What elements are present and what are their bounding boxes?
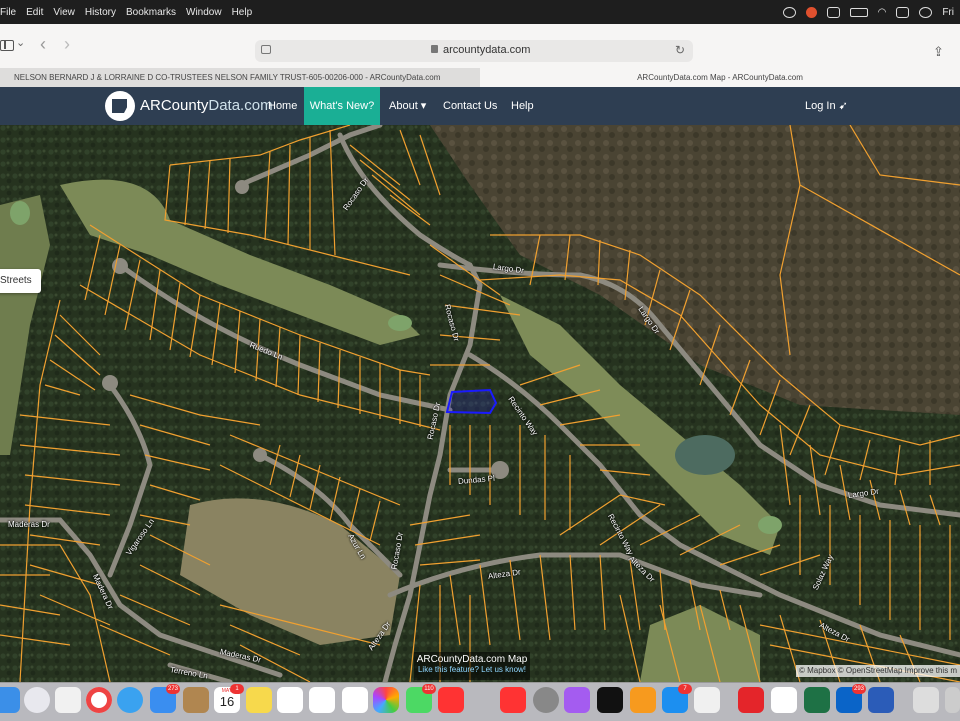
safari-icon[interactable]	[117, 687, 143, 713]
word-icon[interactable]	[868, 687, 894, 713]
nav-home[interactable]: Home	[268, 87, 297, 125]
tab-map[interactable]: ARCountyData.com Map - ARCountyData.com	[480, 68, 960, 87]
wifi-icon[interactable]: ◠	[878, 7, 887, 18]
lock-icon	[431, 45, 438, 53]
mac-dock: 273 MAY 16 1 110 7 293	[0, 682, 960, 721]
menu-view[interactable]: View	[53, 7, 75, 18]
map-caption-box: ARCountyData.com Map Like this feature? …	[414, 652, 530, 680]
tab-parcel-record[interactable]: NELSON BERNARD J & LORRAINE D CO-TRUSTEE…	[0, 68, 480, 87]
mail-badge: 273	[165, 684, 180, 694]
menu-help[interactable]: Help	[232, 7, 253, 18]
putting-green	[388, 315, 412, 331]
control-center-icon[interactable]	[896, 6, 910, 18]
nav-help[interactable]: Help	[511, 87, 534, 125]
nav-login[interactable]: Log In ➹	[805, 87, 848, 125]
mac-menu-bar: File Edit View History Bookmarks Window …	[0, 0, 960, 24]
news-icon[interactable]	[438, 687, 464, 713]
apps-icon[interactable]	[55, 687, 81, 713]
stickies-icon[interactable]	[246, 687, 272, 713]
map-attribution[interactable]: © Mapbox © OpenStreetMap Improve this m	[796, 665, 960, 677]
site-navbar: ARCountyData.com Home What's New? About …	[0, 87, 960, 125]
calendar-day: 16	[219, 694, 235, 709]
appstore-icon[interactable]: 7	[662, 684, 692, 713]
map-caption-title: ARCountyData.com Map	[416, 654, 528, 665]
reload-icon[interactable]: ↻	[675, 43, 685, 57]
back-arrow-icon[interactable]: ‹	[40, 34, 46, 55]
preview-icon[interactable]	[913, 687, 939, 713]
arkansas-state-icon	[112, 99, 127, 113]
putting-green-east	[758, 516, 782, 534]
nav-contact[interactable]: Contact Us	[443, 87, 497, 125]
cul-de-sac	[102, 375, 118, 391]
books-icon[interactable]	[630, 687, 656, 713]
finder-icon[interactable]	[0, 687, 20, 713]
nav-about[interactable]: About ▾	[389, 87, 426, 125]
messages-badge: 110	[422, 684, 436, 694]
freeform-icon[interactable]	[277, 687, 303, 713]
phone-icon[interactable]	[694, 687, 720, 713]
calendar-badge: 1	[230, 684, 244, 694]
share-icon[interactable]: ⇪	[933, 44, 944, 60]
notes-icon[interactable]	[183, 687, 209, 713]
feedback-link[interactable]: Like this feature? Let us know!	[414, 665, 530, 674]
road-label-maderas-west: Maderas Dr	[8, 520, 50, 529]
cul-de-sac	[253, 448, 267, 462]
menu-window[interactable]: Window	[186, 7, 222, 18]
menu-clock[interactable]: Fri	[942, 7, 954, 18]
menu-history[interactable]: History	[85, 7, 116, 18]
parcel-map[interactable]: Streets Rocaso Dr Largo Dr Largo Dr Roca…	[0, 125, 960, 682]
logo-text-part1: ARCounty	[140, 97, 209, 114]
nav-whats-new[interactable]: What's New?	[304, 87, 380, 125]
downloads-icon[interactable]	[945, 687, 960, 713]
chrome-icon[interactable]	[86, 687, 112, 713]
outlook-badge: 293	[851, 684, 866, 694]
menu-bookmarks[interactable]: Bookmarks	[126, 7, 176, 18]
site-logo-text[interactable]: ARCountyData.com	[140, 97, 273, 114]
page-settings-icon[interactable]	[261, 45, 271, 54]
launchpad-icon[interactable]	[24, 687, 50, 713]
menu-edit[interactable]: Edit	[26, 7, 43, 18]
browser-toolbar: ⌄ ‹ › arcountydata.com ↻	[0, 24, 960, 69]
reminders-icon[interactable]	[309, 687, 335, 713]
address-bar[interactable]: arcountydata.com ↻	[255, 40, 693, 62]
pond	[675, 435, 735, 475]
excel-icon[interactable]	[804, 687, 830, 713]
appstore-badge: 7	[678, 684, 692, 694]
acrobat-reader-icon[interactable]	[771, 687, 797, 713]
menu-file[interactable]: File	[0, 7, 16, 18]
chevron-down-icon[interactable]: ⌄	[16, 36, 25, 49]
selected-parcel[interactable]	[445, 388, 498, 415]
contacts-icon[interactable]	[342, 687, 368, 713]
putting-green-west	[10, 201, 30, 225]
cul-de-sac	[235, 180, 249, 194]
layer-toggle-label: Streets	[0, 275, 32, 286]
layer-toggle-button[interactable]: Streets	[0, 269, 41, 293]
calendar-icon[interactable]: MAY 16 1	[214, 684, 244, 713]
messages-icon[interactable]: 110	[406, 684, 436, 713]
clipboard-icon[interactable]	[826, 6, 840, 18]
acrobat-icon[interactable]	[738, 687, 764, 713]
podcasts-icon[interactable]	[564, 687, 590, 713]
menu-status-area: ◠ Fri	[782, 0, 954, 24]
music-icon[interactable]	[500, 687, 526, 713]
check-icon[interactable]	[782, 6, 796, 18]
outlook-icon[interactable]: 293	[836, 684, 866, 713]
settings-icon[interactable]	[533, 687, 559, 713]
battery-icon[interactable]	[849, 7, 868, 17]
sidebar-toggle-icon[interactable]	[0, 40, 14, 51]
tab-bar: NELSON BERNARD J & LORRAINE D CO-TRUSTEE…	[0, 68, 960, 88]
forward-arrow-icon[interactable]: ›	[64, 34, 70, 55]
mail-icon[interactable]: 273	[150, 684, 180, 713]
photos-icon[interactable]	[373, 687, 399, 713]
status-app-icon[interactable]	[805, 6, 817, 18]
tv-icon[interactable]	[597, 687, 623, 713]
logo-text-part2: Data.com	[208, 97, 273, 114]
url-text[interactable]: arcountydata.com	[443, 44, 530, 56]
satellite-map-canvas[interactable]	[0, 125, 960, 682]
siri-icon[interactable]	[919, 6, 933, 18]
